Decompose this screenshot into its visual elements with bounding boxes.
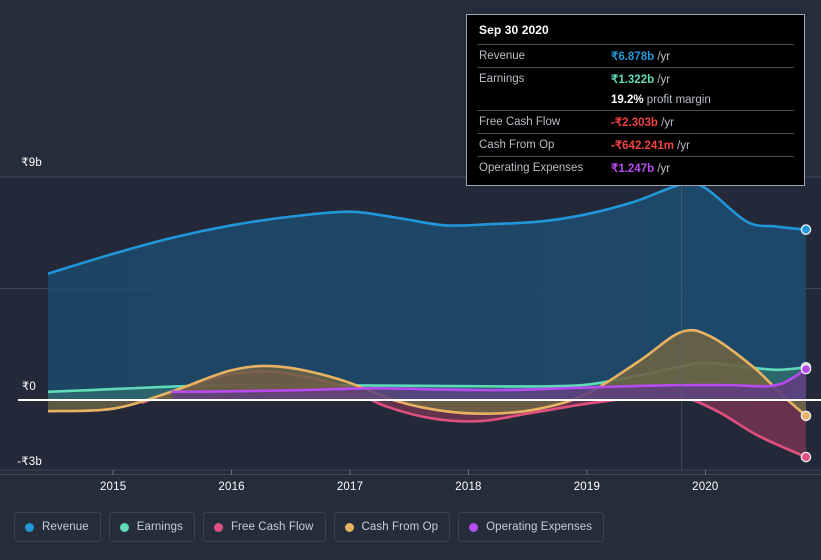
tooltip-row-value: ₹1.247b /yr: [609, 156, 794, 179]
tooltip-value-unit: /yr: [654, 74, 671, 86]
tooltip-row-label: Cash From Op: [477, 133, 609, 157]
tooltip-table: Revenue ₹6.878b /yr Earnings ₹1.322b /yr 19.…: [477, 44, 794, 179]
legend-item-cash-from-op[interactable]: Cash From Op: [333, 512, 451, 542]
legend-dot-icon: [344, 522, 354, 532]
tooltip-row-label: Operating Expenses: [477, 156, 609, 179]
tooltip-row-value: 19.2% profit margin: [609, 90, 794, 111]
financial-area-chart: ₹9b ₹0 -₹3b 2015 2016 2017 2018 2019 2020 Sep…: [0, 0, 821, 560]
tooltip-row-label: Earnings: [477, 67, 609, 90]
tooltip-value-number: -₹642.241m: [611, 140, 674, 152]
tooltip-row-label: Free Cash Flow: [477, 110, 609, 134]
tooltip-value-number: ₹1.247b: [611, 163, 655, 175]
tooltip-row: Cash From Op -₹642.241m /yr: [477, 133, 794, 157]
tooltip-value-number: -₹2.303b: [611, 117, 658, 129]
legend-dot-icon: [25, 522, 34, 532]
legend-item-operating-expenses[interactable]: Operating Expenses: [458, 512, 605, 542]
endpoint-marker-revenue[interactable]: [800, 224, 812, 235]
y-axis-label-top: ₹9b: [21, 157, 42, 169]
legend-item-earnings[interactable]: Earnings: [108, 512, 195, 542]
legend-item-label: Free Cash Flow: [230, 521, 314, 533]
legend-dot-icon: [119, 522, 129, 532]
legend-item-label: Earnings: [136, 521, 183, 533]
y-axis-label-bottom: -₹3b: [17, 456, 42, 468]
legend-item-label: Revenue: [42, 521, 89, 533]
tooltip-value-unit: /yr: [654, 51, 671, 63]
x-axis-label-2015: 2015: [99, 481, 127, 493]
tooltip-row-value: -₹2.303b /yr: [609, 110, 794, 134]
tooltip-row: Earnings ₹1.322b /yr: [477, 67, 794, 90]
legend-dot-icon: [213, 522, 223, 532]
tooltip-row-label: [477, 90, 609, 111]
legend-item-free-cash-flow[interactable]: Free Cash Flow: [202, 512, 326, 542]
x-axis-label-2016: 2016: [218, 481, 245, 493]
x-axis-label-2020: 2020: [692, 481, 719, 493]
legend-item-label: Cash From Op: [361, 521, 439, 533]
x-axis-label-2018: 2018: [455, 481, 482, 493]
endpoint-marker-cash-from-op[interactable]: [800, 410, 812, 422]
x-axis-label-2019: 2019: [573, 481, 601, 493]
data-tooltip: Sep 30 2020 Revenue ₹6.878b /yr Earnings ₹1…: [466, 14, 805, 186]
tooltip-row: Revenue ₹6.878b /yr: [477, 44, 794, 68]
legend-dot-icon: [469, 522, 479, 532]
tooltip-title: Sep 30 2020: [479, 23, 549, 37]
chart-legend: Revenue Earnings Free Cash Flow Cash From O…: [14, 512, 605, 542]
tooltip-value-unit: /yr: [654, 163, 671, 175]
tooltip-value-number: ₹6.878b: [611, 51, 655, 63]
tooltip-value-number: 19.2%: [611, 94, 644, 106]
tooltip-row: 19.2% profit margin: [477, 90, 794, 111]
tooltip-row: Free Cash Flow -₹2.303b /yr: [477, 110, 794, 134]
tooltip-value-unit: profit margin: [643, 94, 711, 106]
tooltip-value-unit: /yr: [657, 117, 674, 129]
tooltip-row-value: ₹1.322b /yr: [609, 67, 794, 90]
tooltip-row-value: ₹6.878b /yr: [609, 44, 794, 68]
legend-item-label: Operating Expenses: [486, 521, 593, 533]
tooltip-value-unit: /yr: [673, 140, 690, 152]
endpoint-marker-free-cash-flow[interactable]: [800, 451, 812, 463]
y-axis-label-zero: ₹0: [21, 381, 36, 393]
tooltip-row-value: -₹642.241m /yr: [609, 133, 794, 157]
x-axis-label-2017: 2017: [336, 481, 364, 493]
tooltip-row: Operating Expenses ₹1.247b /yr: [477, 156, 794, 179]
legend-item-revenue[interactable]: Revenue: [14, 512, 101, 542]
tooltip-row-label: Revenue: [477, 44, 609, 68]
tooltip-value-number: ₹1.322b: [611, 74, 655, 86]
endpoint-marker-operating-expenses[interactable]: [800, 363, 812, 375]
